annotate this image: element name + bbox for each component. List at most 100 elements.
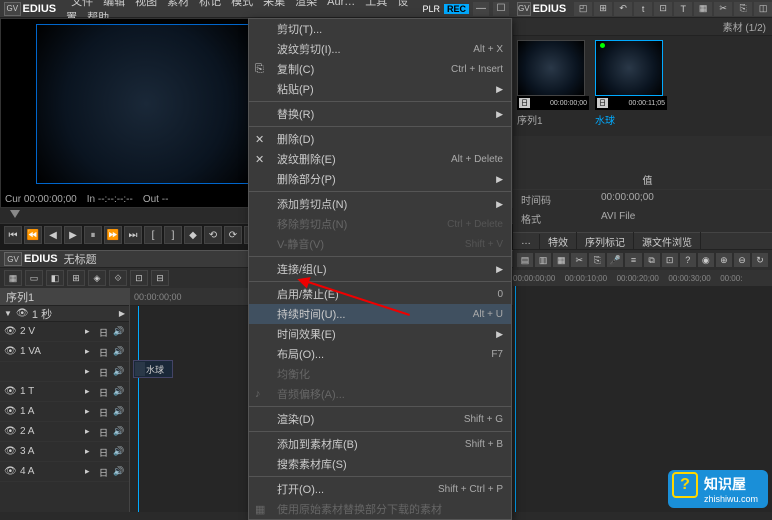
bin-thumbnail[interactable]: 日00:00:00;00 序列1 (517, 40, 589, 132)
eye-icon[interactable]: 👁 (16, 308, 28, 319)
toolbar-button[interactable]: ▭ (25, 270, 43, 286)
toolbar-button[interactable]: ⊡ (654, 2, 672, 16)
transport-button[interactable]: ▶ (64, 226, 82, 244)
context-menu-item[interactable]: 添加剪切点(N)▶ (249, 194, 511, 214)
toolbar-button[interactable]: ◰ (574, 2, 592, 16)
eye-icon[interactable]: 👁 (4, 386, 16, 397)
track-header[interactable]: 👁 1 T ▸ 日 🔊 (0, 382, 129, 402)
toolbar-button[interactable]: ↻ (752, 253, 768, 267)
menu-item[interactable]: 渲染 (290, 0, 322, 9)
speaker-icon[interactable]: 🔊 (113, 446, 125, 458)
toolbar-button[interactable]: ⊖ (734, 253, 750, 267)
playhead-icon[interactable] (10, 210, 20, 218)
toolbar-button[interactable]: 🎤 (607, 253, 623, 267)
context-menu-item[interactable]: 搜索素材库(S) (249, 454, 511, 474)
preview-viewport[interactable] (36, 24, 256, 184)
menu-item[interactable]: Aur… (322, 0, 360, 9)
playhead-line[interactable] (138, 306, 139, 512)
toolbar-button[interactable]: ⊡ (130, 270, 148, 286)
context-menu-item[interactable]: ✕波纹删除(E)Alt + Delete (249, 149, 511, 169)
transport-button[interactable]: ⟲ (204, 226, 222, 244)
menu-item[interactable]: 素材 (162, 0, 194, 9)
mute-icon[interactable]: 日 (99, 466, 111, 478)
menu-item[interactable]: 标记 (194, 0, 226, 9)
eye-icon[interactable]: 👁 (4, 466, 16, 477)
context-menu-item[interactable]: 波纹剪切(I)...Alt + X (249, 39, 511, 59)
toolbar-button[interactable]: ▦ (553, 253, 569, 267)
menu-item[interactable]: 工具 (360, 0, 392, 9)
context-menu-item[interactable]: 添加到素材库(B)Shift + B (249, 434, 511, 454)
context-menu-item[interactable]: 粘贴(P)▶ (249, 79, 511, 99)
context-menu-item[interactable]: 启用/禁止(E)0 (249, 284, 511, 304)
eye-icon[interactable]: 👁 (4, 446, 16, 457)
toolbar-button[interactable]: ▥ (535, 253, 551, 267)
toolbar-button[interactable]: ⊞ (594, 2, 612, 16)
bin-thumbnail[interactable]: 日00:00:11;05 水球 (595, 40, 667, 132)
track-header[interactable]: 👁 1 A ▸ 日 🔊 (0, 402, 129, 422)
lock-icon[interactable]: ▸ (85, 426, 97, 438)
mute-icon[interactable]: 日 (99, 426, 111, 438)
maximize-button[interactable]: ☐ (493, 2, 509, 16)
transport-button[interactable]: ◀ (44, 226, 62, 244)
toolbar-button[interactable]: ? (680, 253, 696, 267)
transport-button[interactable]: ⏩ (104, 226, 122, 244)
toolbar-button[interactable]: ⧉ (644, 253, 660, 267)
mute-icon[interactable]: 日 (99, 346, 111, 358)
speaker-icon[interactable]: 🔊 (113, 366, 125, 378)
transport-button[interactable]: ⏪ (24, 226, 42, 244)
lock-icon[interactable]: ▸ (85, 466, 97, 478)
panel-tab[interactable]: 源文件浏览 (634, 232, 701, 251)
toolbar-button[interactable]: ⊕ (716, 253, 732, 267)
timeline-clip[interactable]: 水球 (133, 360, 173, 378)
context-menu-item[interactable]: 连接/组(L)▶ (249, 259, 511, 279)
toolbar-button[interactable]: ⊟ (151, 270, 169, 286)
context-menu-item[interactable]: 布局(O)...F7 (249, 344, 511, 364)
minimize-button[interactable]: — (473, 2, 489, 16)
lock-icon[interactable]: ▸ (85, 346, 97, 358)
mute-icon[interactable]: 日 (99, 446, 111, 458)
mute-icon[interactable]: 日 (99, 326, 111, 338)
toolbar-button[interactable]: ✂ (571, 253, 587, 267)
playhead-line[interactable] (515, 286, 516, 512)
eye-icon[interactable]: 👁 (4, 426, 16, 437)
mute-icon[interactable]: 日 (99, 406, 111, 418)
menu-item[interactable]: 采集 (258, 0, 290, 9)
speaker-icon[interactable]: 🔊 (113, 346, 125, 358)
toolbar-button[interactable]: T (674, 2, 692, 16)
context-menu-item[interactable]: ✕删除(D) (249, 129, 511, 149)
menu-item[interactable]: 视图 (130, 0, 162, 9)
lock-icon[interactable]: ▸ (85, 366, 97, 378)
context-menu-item[interactable]: 时间效果(E)▶ (249, 324, 511, 344)
sequence-tab[interactable]: 序列1 (0, 288, 129, 306)
lock-icon[interactable]: ▸ (85, 386, 97, 398)
context-menu-item[interactable]: 替换(R)▶ (249, 104, 511, 124)
toolbar-button[interactable]: ⊡ (662, 253, 678, 267)
transport-button[interactable]: ] (164, 226, 182, 244)
toolbar-button[interactable]: ≡ (625, 253, 641, 267)
menu-item[interactable]: 编辑 (98, 0, 130, 9)
transport-button[interactable]: [ (144, 226, 162, 244)
panel-tab[interactable]: 特效 (540, 232, 577, 251)
mute-icon[interactable]: 日 (99, 366, 111, 378)
toolbar-button[interactable]: ⎘ (734, 2, 752, 16)
context-menu-item[interactable]: 删除部分(P)▶ (249, 169, 511, 189)
speaker-icon[interactable]: 🔊 (113, 406, 125, 418)
mute-icon[interactable]: 日 (99, 386, 111, 398)
transport-button[interactable]: ⟳ (224, 226, 242, 244)
track-header[interactable]: 👁 3 A ▸ 日 🔊 (0, 442, 129, 462)
panel-tab[interactable]: 序列标记 (577, 232, 634, 251)
context-menu-item[interactable]: 持续时间(U)...Alt + U (249, 304, 511, 324)
speaker-icon[interactable]: 🔊 (113, 466, 125, 478)
toolbar-button[interactable]: ⟐ (109, 270, 127, 286)
transport-button[interactable]: ◆ (184, 226, 202, 244)
transport-button[interactable]: ⏭ (124, 226, 142, 244)
timeline-scale[interactable]: ▼ 👁 1 秒 ▶ (0, 306, 129, 322)
toolbar-button[interactable]: ▦ (4, 270, 22, 286)
toolbar-button[interactable]: ◉ (698, 253, 714, 267)
track-header[interactable]: 👁 2 V ▸ 日 🔊 (0, 322, 129, 342)
track-header[interactable]: 👁 4 A ▸ 日 🔊 (0, 462, 129, 482)
panel-tab[interactable]: … (513, 234, 540, 249)
menu-item[interactable]: 文件 (66, 0, 98, 9)
track-header[interactable]: 👁 2 A ▸ 日 🔊 (0, 422, 129, 442)
eye-icon[interactable]: 👁 (4, 346, 16, 357)
